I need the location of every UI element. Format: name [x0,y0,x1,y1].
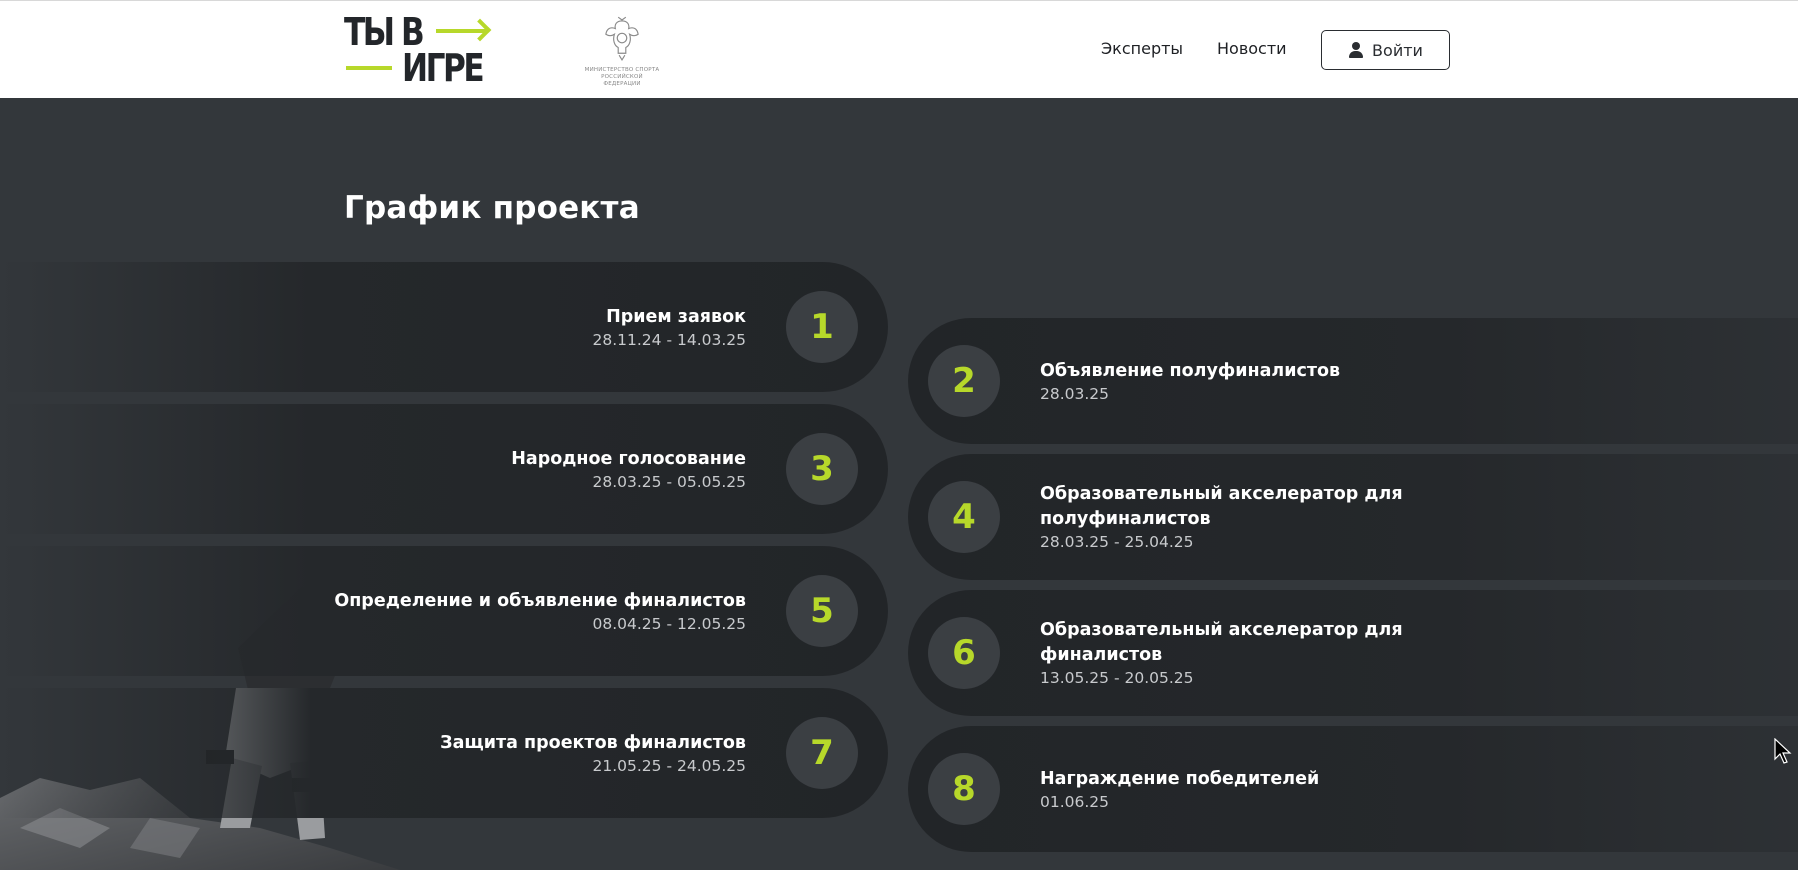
project-logo[interactable]: ТЫ В ИГРЕ [344,13,489,87]
login-button-label: Войти [1372,40,1423,60]
schedule-section: График проекта Прием заявок 28.11.24 - 1… [0,98,1798,870]
logo-dash [346,66,392,70]
step-number: 8 [928,753,1000,825]
step-date: 13.05.25 - 20.05.25 [1040,669,1194,687]
schedule-step-4: 4 Образовательный акселератор для полуфи… [908,454,1798,580]
logo-arrow-icon [436,29,486,33]
logo-line-2: ИГРЕ [402,46,485,90]
schedule-step-6: 6 Образовательный акселератор для финали… [908,590,1798,716]
step-number: 1 [786,291,858,363]
schedule-step-7: Защита проектов финалистов 21.05.25 - 24… [0,688,888,818]
step-title: Народное голосование [511,448,746,469]
schedule-step-8: 8 Награждение победителей 01.06.25 [908,726,1798,852]
step-date: 28.11.24 - 14.03.25 [592,330,747,349]
step-title: Награждение победителей [1040,768,1320,789]
step-title: Образовательный акселератор для финалист… [1040,620,1403,665]
step-number: 7 [786,717,858,789]
step-date: 28.03.25 - 25.04.25 [1040,533,1194,551]
site-header: ТЫ В ИГРЕ МИНИСТЕРСТВО СПОРТА РОССИЙСКОЙ… [0,0,1798,98]
step-title: Определение и объявление финалистов [334,590,746,611]
step-date: 28.03.25 - 05.05.25 [592,472,747,491]
schedule-step-1: Прием заявок 28.11.24 - 14.03.25 1 [0,262,888,392]
step-title: Прием заявок [606,306,746,327]
step-title: Образовательный акселератор для полуфина… [1040,484,1403,529]
section-title: График проекта [344,190,640,226]
user-icon [1348,42,1364,58]
nav-link-experts[interactable]: Эксперты [1101,39,1183,58]
ministry-text: МИНИСТЕРСТВО СПОРТА РОССИЙСКОЙ ФЕДЕРАЦИИ [584,67,660,87]
step-date: 01.06.25 [1040,792,1110,811]
step-date: 08.04.25 - 12.05.25 [592,614,747,633]
step-number: 4 [928,481,1000,553]
step-date: 28.03.25 [1040,384,1110,403]
nav-link-news[interactable]: Новости [1217,39,1287,58]
step-number: 5 [786,575,858,647]
login-button[interactable]: Войти [1321,30,1450,70]
schedule-step-3: Народное голосование 28.03.25 - 05.05.25… [0,404,888,534]
schedule-step-5: Определение и объявление финалистов 08.0… [0,546,888,676]
mouse-cursor-icon [1774,738,1792,764]
step-title: Объявление полуфиналистов [1040,360,1341,381]
schedule-step-2: 2 Объявление полуфиналистов 28.03.25 [908,318,1798,444]
step-date: 21.05.25 - 24.05.25 [592,756,747,775]
emblem-icon [605,16,639,62]
ministry-logo[interactable]: МИНИСТЕРСТВО СПОРТА РОССИЙСКОЙ ФЕДЕРАЦИИ [582,15,662,87]
step-number: 6 [928,617,1000,689]
step-number: 2 [928,345,1000,417]
step-number: 3 [786,433,858,505]
step-title: Защита проектов финалистов [440,732,746,753]
